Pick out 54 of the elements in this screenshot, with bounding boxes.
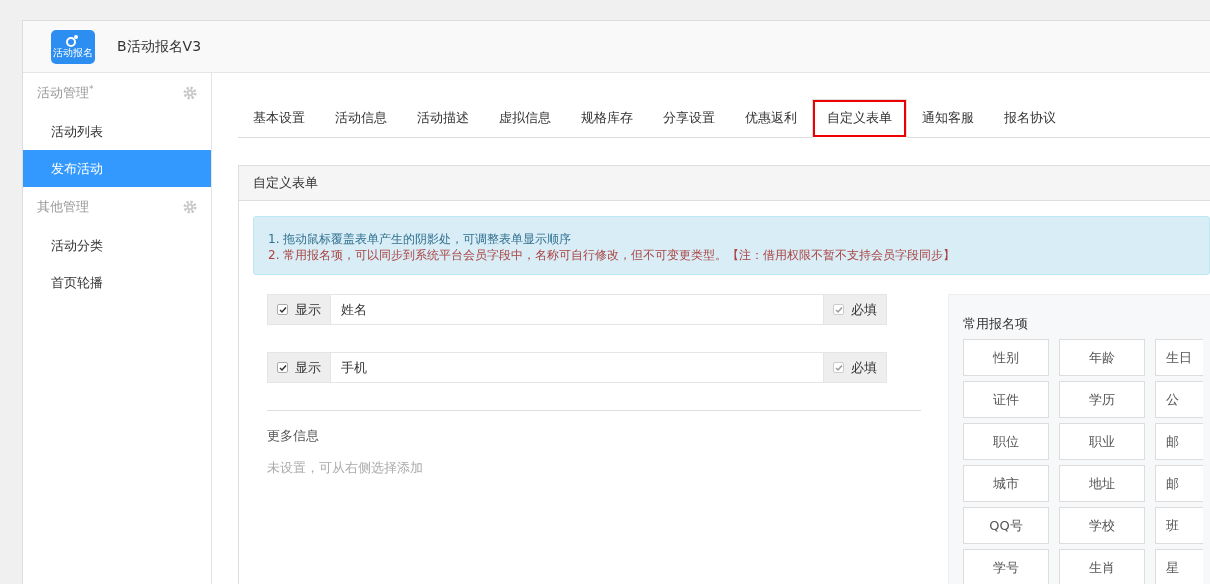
checkbox[interactable] <box>277 304 288 315</box>
required-toggle[interactable]: 必填 <box>823 352 887 383</box>
show-toggle[interactable]: 显示 <box>267 294 331 325</box>
tab[interactable]: 虚拟信息 <box>484 99 566 138</box>
tab[interactable]: 基本设置 <box>238 99 320 138</box>
option-button[interactable]: 证件 <box>963 381 1049 418</box>
option-button[interactable]: 学号 <box>963 549 1049 584</box>
option-button[interactable]: 生肖 <box>1059 549 1145 584</box>
option-button[interactable]: 班 <box>1155 507 1203 544</box>
option-button[interactable]: 生日 <box>1155 339 1203 376</box>
show-toggle[interactable]: 显示 <box>267 352 331 383</box>
option-button[interactable]: 城市 <box>963 465 1049 502</box>
field-name-input[interactable]: 手机 <box>331 352 823 383</box>
section-title: 常用报名项 <box>963 315 1029 333</box>
sidebar-item[interactable]: 首页轮播 <box>23 264 211 301</box>
checkbox[interactable] <box>833 304 844 315</box>
option-button[interactable]: 性别 <box>963 339 1049 376</box>
panel-title: 自定义表单 <box>239 166 1210 201</box>
option-button[interactable]: 学历 <box>1059 381 1145 418</box>
option-button[interactable]: 年龄 <box>1059 339 1145 376</box>
figure-icon <box>66 34 80 47</box>
tab[interactable]: 活动信息 <box>320 99 402 138</box>
settings-icon[interactable] <box>183 200 197 214</box>
settings-icon[interactable] <box>183 86 197 100</box>
option-button[interactable]: 职业 <box>1059 423 1145 460</box>
option-button[interactable]: 地址 <box>1059 465 1145 502</box>
section-title: 更多信息 <box>267 427 320 445</box>
field-name-input[interactable]: 姓名 <box>331 294 823 325</box>
option-button[interactable]: 学校 <box>1059 507 1145 544</box>
tab[interactable]: 优惠返利 <box>730 99 812 138</box>
sidebar-group-title: 活动管理$^{*}$ <box>37 83 94 103</box>
alert-text: 2. 常用报名项，可以同步到系统平台会员字段中，名称可自行修改，但不可变更类型。【注：借用权限不暂不支持会员字段同步】 <box>268 247 957 263</box>
option-button[interactable]: 邮 <box>1155 423 1203 460</box>
required-toggle[interactable]: 必填 <box>823 294 887 325</box>
app-title: B活动报名V3 <box>117 37 202 56</box>
sidebar-item[interactable]: 活动列表 <box>23 113 211 150</box>
tab[interactable]: 通知客服 <box>907 99 989 138</box>
tab[interactable]: 活动描述 <box>402 99 484 138</box>
option-button[interactable]: 公 <box>1155 381 1203 418</box>
checkbox[interactable] <box>833 362 844 373</box>
option-button[interactable]: 职位 <box>963 423 1049 460</box>
option-button[interactable]: QQ号 <box>963 507 1049 544</box>
empty-hint: 未设置，可从右侧选择添加 <box>267 459 424 477</box>
tab[interactable]: 分享设置 <box>648 99 730 138</box>
app-logo: 活动报名 <box>51 29 95 64</box>
sidebar-group-title: 其他管理 <box>37 198 89 216</box>
option-button[interactable]: 星 <box>1155 549 1203 584</box>
tab[interactable]: 自定义表单 <box>812 99 907 138</box>
sidebar-item[interactable]: 活动分类 <box>23 227 211 264</box>
tab[interactable]: 规格库存 <box>566 99 648 138</box>
alert-text: 1. 拖动鼠标覆盖表单产生的阴影处，可调整表单显示顺序 <box>268 231 573 247</box>
checkbox[interactable] <box>277 362 288 373</box>
option-button[interactable]: 邮 <box>1155 465 1203 502</box>
tab[interactable]: 报名协议 <box>989 99 1071 138</box>
